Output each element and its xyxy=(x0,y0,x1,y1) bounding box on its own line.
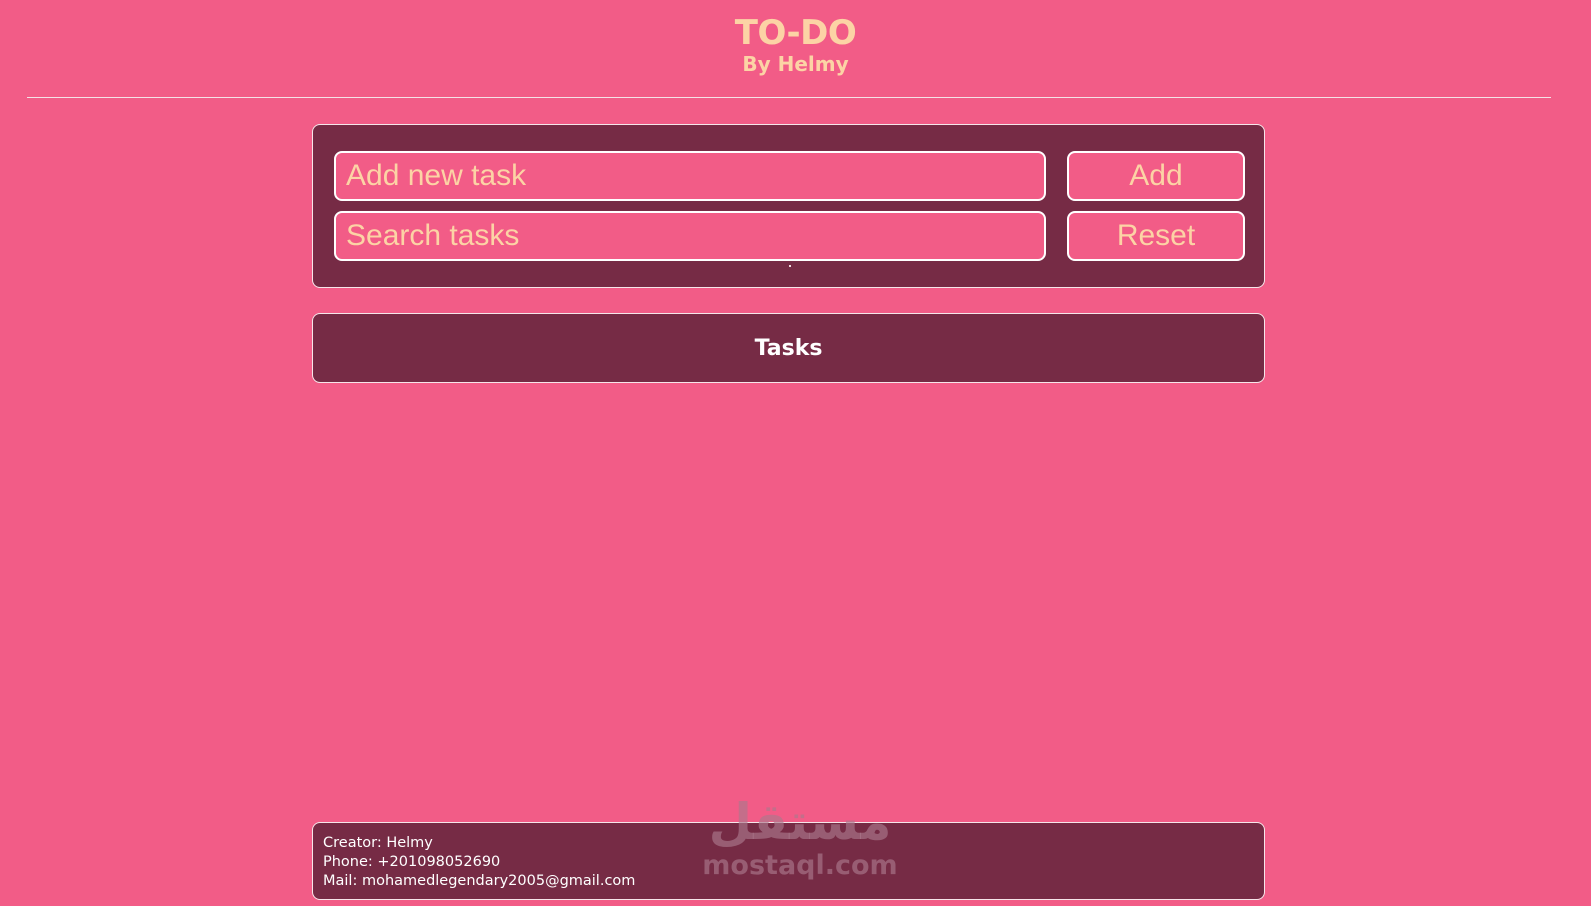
task-controls-panel: Add Reset xyxy=(312,124,1265,288)
app-title: TO-DO xyxy=(734,13,857,53)
panel-artifact-dot xyxy=(789,265,791,267)
search-tasks-input[interactable] xyxy=(334,211,1046,261)
phone-text: Phone: +201098052690 xyxy=(323,854,501,870)
tasks-heading: Tasks xyxy=(754,335,823,361)
app-header: TO-DO By Helmy xyxy=(0,14,1591,76)
mail-text: Mail: mohamedlegendary2005@gmail.com xyxy=(323,873,636,889)
header-divider xyxy=(27,97,1551,98)
new-task-input[interactable] xyxy=(334,151,1046,201)
tasks-panel: Tasks xyxy=(312,313,1265,383)
reset-button[interactable]: Reset xyxy=(1067,211,1245,261)
app-subtitle: By Helmy xyxy=(742,52,849,76)
add-task-button[interactable]: Add xyxy=(1067,151,1245,201)
creator-info-footer: Creator: Helmy Phone: +201098052690 Mail… xyxy=(312,822,1265,900)
creator-text: Creator: Helmy xyxy=(323,835,433,851)
